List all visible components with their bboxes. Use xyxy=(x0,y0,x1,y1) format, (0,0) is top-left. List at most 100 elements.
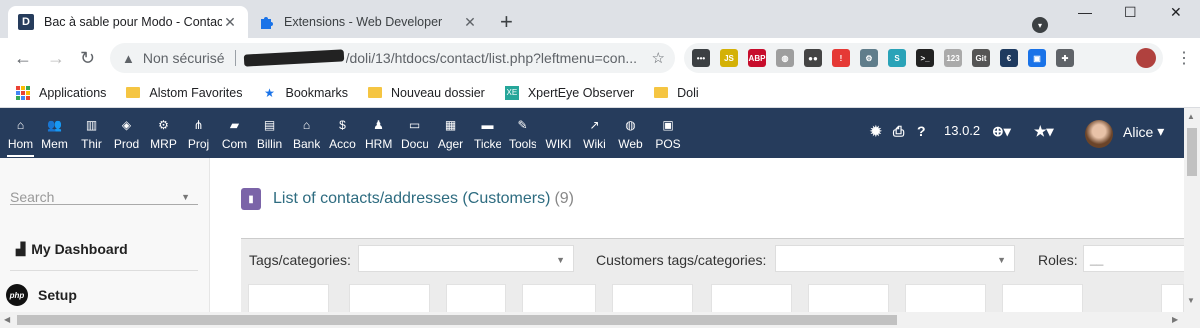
sidebar-item-setup[interactable]: php Setup xyxy=(6,284,77,306)
tab-close-icon[interactable]: ✕ xyxy=(222,14,238,31)
menu-icon: ▬ xyxy=(481,118,494,132)
tab-search-icon[interactable]: ▾ xyxy=(1032,17,1048,33)
roles-select[interactable]: __ xyxy=(1083,245,1184,272)
menu-item-acco[interactable]: $ Acco xyxy=(329,117,356,153)
divider xyxy=(10,270,198,271)
left-sidebar: Search ▼ ▟ My Dashboard php Setup xyxy=(0,158,210,312)
js-ext-icon[interactable]: JS xyxy=(720,49,738,67)
menu-item-thir[interactable]: ▥ Thir xyxy=(78,117,105,153)
dots-ext-icon[interactable]: ••• xyxy=(692,49,710,67)
menu-item-mrp[interactable]: ⚙ MRP xyxy=(150,117,177,153)
forward-icon[interactable]: → xyxy=(47,48,65,68)
php-icon: php xyxy=(6,284,28,306)
search-input[interactable]: Search ▼ xyxy=(10,180,198,205)
menu-item-hom[interactable]: ⌂ Hom xyxy=(7,117,34,157)
tab-dolibarr-contact[interactable]: D Bac à sable pour Modo - Contact ✕ xyxy=(8,6,248,38)
scroll-thumb[interactable] xyxy=(17,315,897,325)
menu-item-web[interactable]: ◍ Web xyxy=(617,117,644,153)
balls-ext-icon[interactable]: ●● xyxy=(804,49,822,67)
menu-item-mem[interactable]: 👥 Mem xyxy=(41,117,68,153)
minimize-button[interactable]: — xyxy=(1078,4,1092,20)
menu-item-com[interactable]: ▰ Com xyxy=(221,117,248,153)
user-avatar[interactable] xyxy=(1085,120,1113,148)
result-count: (9) xyxy=(554,190,574,207)
new-ext-icon[interactable]: ! xyxy=(832,49,850,67)
bookmark-item[interactable]: ★ Bookmarks xyxy=(263,85,348,100)
menu-item-docu[interactable]: ▭ Docu xyxy=(401,117,428,153)
screenshot-ext-icon[interactable]: ▣ xyxy=(1028,49,1046,67)
menu-item-prod[interactable]: ◈ Prod xyxy=(113,117,140,153)
vertical-scrollbar[interactable]: ▲ ▼ xyxy=(1184,108,1200,312)
print-icon[interactable]: ⎙ xyxy=(893,123,904,140)
filter-input[interactable] xyxy=(522,284,596,312)
filter-input[interactable] xyxy=(446,284,506,312)
star-icon: ★ xyxy=(264,85,275,100)
gear-ext-icon[interactable]: ⚙ xyxy=(860,49,878,67)
window-close-button[interactable]: ✕ xyxy=(1170,4,1182,21)
maximize-button[interactable]: ☐ xyxy=(1124,4,1137,21)
help-icon[interactable]: ? xyxy=(917,123,926,139)
tab-extensions[interactable]: Extensions - Web Developer ✕ xyxy=(248,6,488,38)
filter-input[interactable] xyxy=(711,284,792,312)
address-bar[interactable]: ▲ Non sécurisé /doli/13/htdocs/contact/l… xyxy=(110,43,675,73)
tab-close-icon[interactable]: ✕ xyxy=(462,14,478,31)
bookmarks-bar: Applications Alstom Favorites ★ Bookmarks No… xyxy=(0,78,1200,108)
horizontal-scrollbar[interactable]: ◀ ▶ xyxy=(0,312,1200,328)
abp-ext-icon[interactable]: ABP xyxy=(748,49,766,67)
scroll-right-icon[interactable]: ▶ xyxy=(1172,315,1178,324)
scroll-down-icon[interactable]: ▼ xyxy=(1187,296,1195,305)
menu-item-proj[interactable]: ⋔ Proj xyxy=(185,117,212,153)
counter-ext-icon[interactable]: 123 xyxy=(944,49,962,67)
menu-icon: ▤ xyxy=(263,118,276,132)
menu-item-hrm[interactable]: ♟ HRM xyxy=(365,117,392,153)
shield-ext-icon[interactable]: € xyxy=(1000,49,1018,67)
dolibarr-favicon-icon: D xyxy=(18,14,34,30)
puzzle-ext-icon[interactable]: ✚ xyxy=(1056,49,1074,67)
bookmark-star-icon[interactable]: ☆ xyxy=(652,49,665,67)
bookmark-item[interactable]: Doli xyxy=(654,86,699,100)
globe-ext-icon[interactable]: ◍ xyxy=(776,49,794,67)
menu-item-wiki[interactable]: WIKI xyxy=(545,117,572,153)
filter-input[interactable] xyxy=(808,284,889,312)
browser-menu-icon[interactable]: ⋮ xyxy=(1176,48,1192,68)
quick-add-icon[interactable]: ⊕▾ xyxy=(992,123,1011,140)
scroll-up-icon[interactable]: ▲ xyxy=(1187,112,1195,121)
bookmark-item[interactable]: XE XpertEye Observer xyxy=(504,85,634,100)
user-menu[interactable]: Alice ▾ xyxy=(1123,123,1164,140)
scroll-left-icon[interactable]: ◀ xyxy=(4,315,10,324)
back-icon[interactable]: ← xyxy=(14,48,32,68)
tags-select[interactable]: ▼ xyxy=(358,245,574,272)
filter-input[interactable] xyxy=(349,284,430,312)
menu-item-bank[interactable]: ⌂ Bank xyxy=(293,117,320,153)
menu-icon: ◍ xyxy=(625,118,636,132)
menu-item-ticke[interactable]: ▬ Ticke xyxy=(474,117,501,153)
menu-label: POS xyxy=(655,137,681,151)
bookmark-item[interactable]: Nouveau dossier xyxy=(368,86,485,100)
customer-tags-select[interactable]: ▼ xyxy=(775,245,1015,272)
filter-input[interactable] xyxy=(1161,284,1184,312)
menu-icon: 👥 xyxy=(47,118,62,132)
bookmark-item[interactable]: Alstom Favorites xyxy=(126,86,243,100)
menu-item-ager[interactable]: ▦ Ager xyxy=(437,117,464,153)
gitzip-ext-icon[interactable]: Git xyxy=(972,49,990,67)
scroll-thumb[interactable] xyxy=(1187,128,1197,176)
menu-label: WIKI xyxy=(545,137,572,151)
sidebar-item-dashboard[interactable]: ▟ My Dashboard xyxy=(16,241,128,257)
terminal-ext-icon[interactable]: >_ xyxy=(916,49,934,67)
bug-icon[interactable]: ✹ xyxy=(870,123,882,140)
s-ext-icon[interactable]: S xyxy=(888,49,906,67)
filter-input[interactable] xyxy=(612,284,693,312)
menu-item-billin[interactable]: ▤ Billin xyxy=(256,117,283,153)
bookmark-item[interactable]: Applications xyxy=(16,85,106,100)
profile-avatar[interactable] xyxy=(1136,48,1156,68)
filter-input[interactable] xyxy=(248,284,329,312)
filter-input[interactable] xyxy=(905,284,986,312)
favorites-star-icon[interactable]: ★▾ xyxy=(1034,123,1054,140)
reload-icon[interactable]: ↻ xyxy=(80,48,95,68)
warning-icon: ▲ xyxy=(122,50,135,66)
menu-item-wiki[interactable]: ↗ Wiki xyxy=(581,117,608,153)
filter-input[interactable] xyxy=(1002,284,1083,312)
new-tab-button[interactable]: + xyxy=(500,11,513,33)
menu-item-tools[interactable]: ✎ Tools xyxy=(509,117,536,153)
menu-item-pos[interactable]: ▣ POS xyxy=(653,117,683,153)
